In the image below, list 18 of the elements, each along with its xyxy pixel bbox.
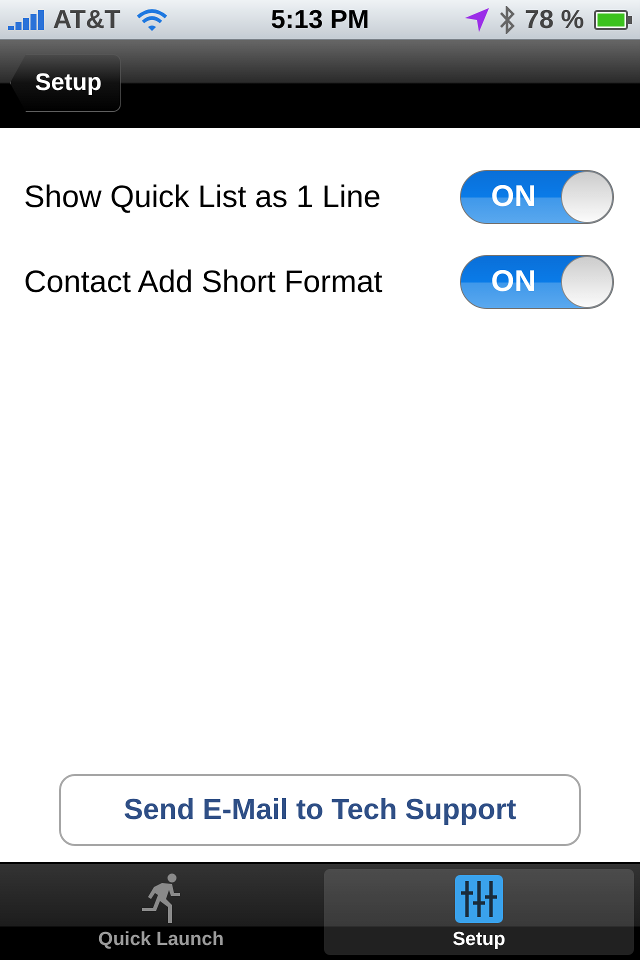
tab-bar-item[interactable]: Setup bbox=[324, 869, 634, 955]
wifi-icon bbox=[136, 8, 168, 32]
back-button[interactable]: Setup bbox=[10, 54, 121, 112]
setting-label: Contact Add Short Format bbox=[24, 264, 382, 300]
tab-bar-item[interactable]: Quick Launch bbox=[6, 869, 316, 955]
setting-label: Show Quick List as 1 Line bbox=[24, 178, 381, 214]
signal-icon bbox=[8, 10, 45, 30]
toggle-switch[interactable]: ON bbox=[460, 254, 614, 308]
support-email-button[interactable]: Send E-Mail to Tech Support bbox=[59, 774, 581, 846]
battery-percentage: 78 % bbox=[524, 4, 584, 35]
battery-icon bbox=[594, 10, 632, 30]
clock-time: 5:13 PM bbox=[270, 4, 370, 35]
running-person-icon bbox=[142, 873, 180, 923]
location-arrow-icon bbox=[464, 8, 489, 32]
bluetooth-icon bbox=[498, 6, 515, 34]
carrier-name: AT&T bbox=[53, 4, 120, 35]
toggle-switch[interactable]: ON bbox=[460, 170, 614, 224]
sliders-icon bbox=[455, 875, 503, 923]
